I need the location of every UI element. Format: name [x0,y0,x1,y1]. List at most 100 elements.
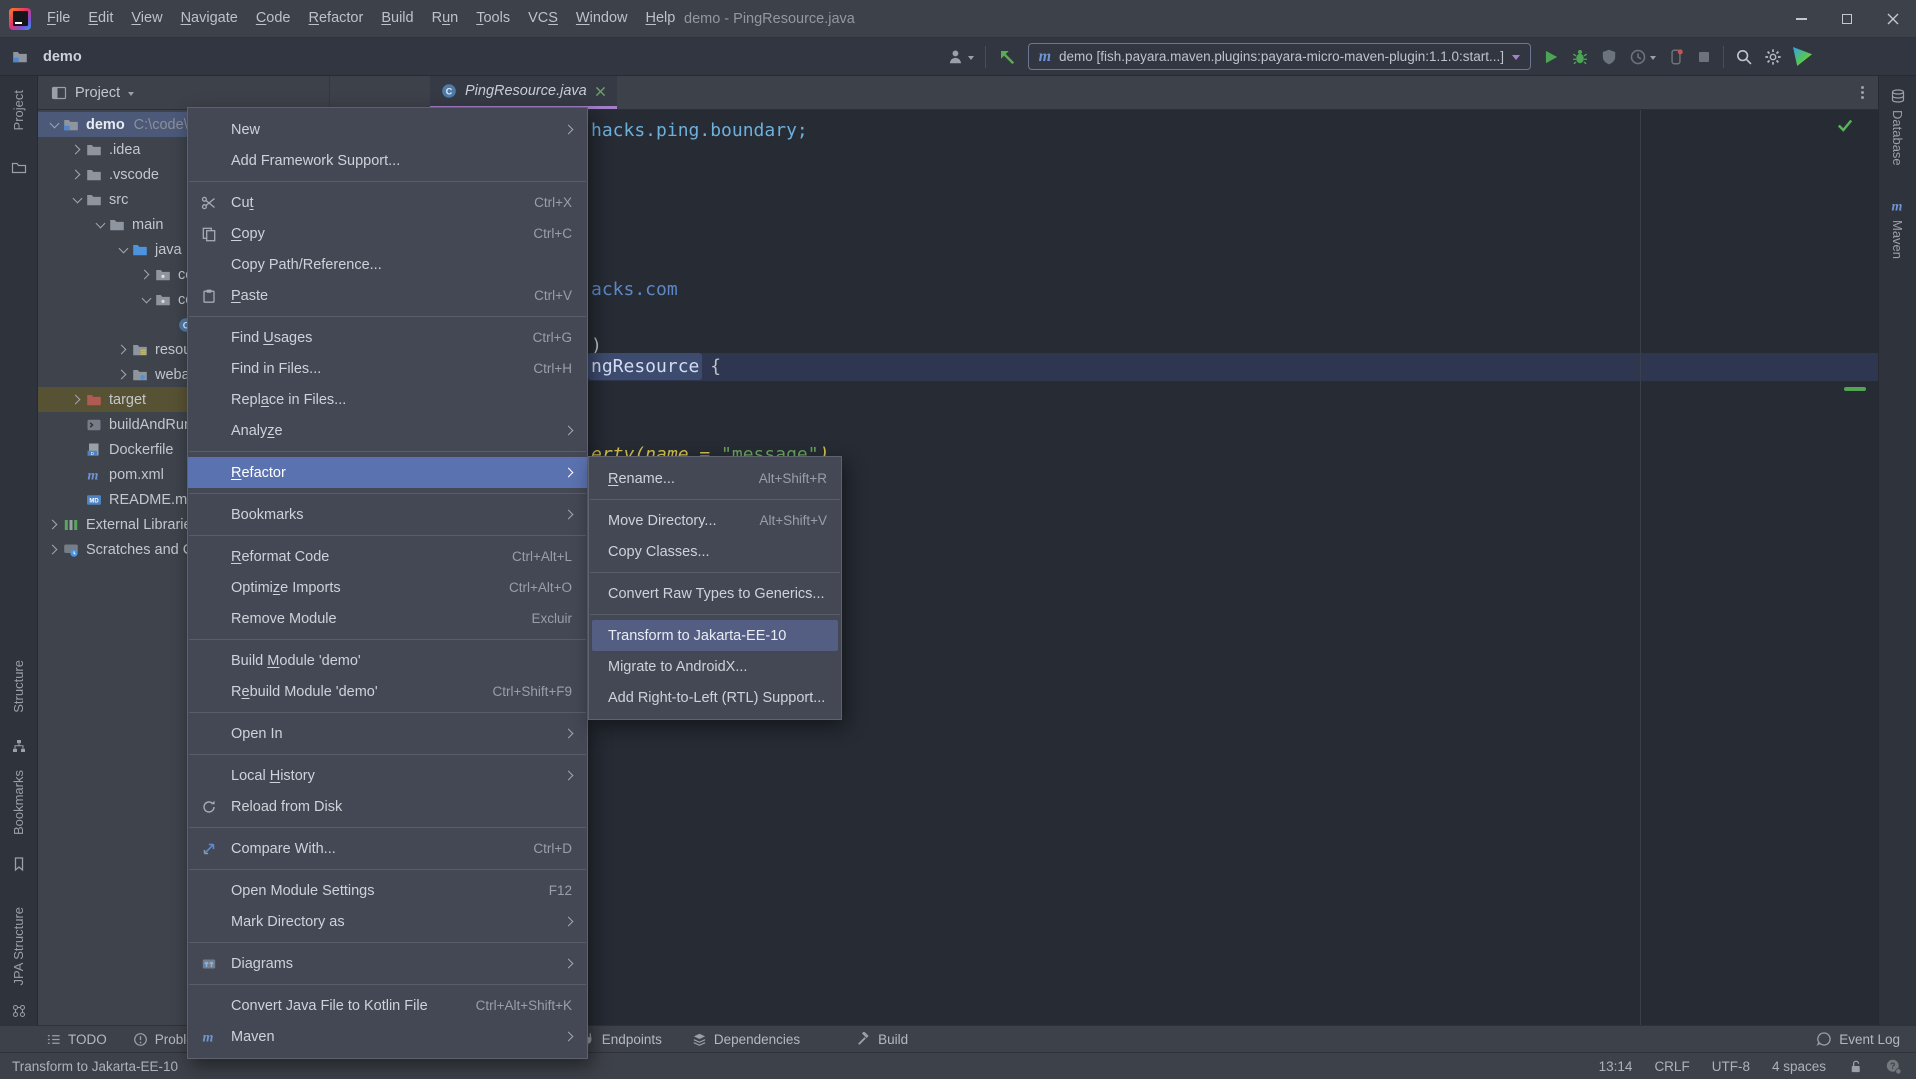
maximize-button[interactable] [1824,0,1870,38]
chevron-down-icon[interactable] [141,293,151,303]
menu-item-cut[interactable]: CutCtrl+X [188,187,587,218]
menu-run[interactable]: Run [423,0,468,38]
event-log-button[interactable]: Event Log [1816,1031,1900,1047]
submenu-item-move-directory[interactable]: Move Directory...Alt+Shift+V [589,505,841,536]
inspections-ok-icon[interactable] [1836,116,1854,134]
stripe-structure-button[interactable]: Structure [11,660,26,713]
chevron-right-icon[interactable] [71,145,81,155]
submenu-item-rename[interactable]: Rename...Alt+Shift+R [589,463,841,494]
chevron-down-icon[interactable] [72,193,82,203]
chevron-right-icon[interactable] [48,545,58,555]
readonly-toggle[interactable] [1848,1059,1863,1074]
menu-item-copy-path[interactable]: Copy Path/Reference... [188,249,587,280]
line-ending-widget[interactable]: CRLF [1654,1059,1689,1074]
stripe-jpa-structure-button[interactable]: JPA Structure [11,907,26,986]
menu-item-refactor[interactable]: Refactor [188,457,587,488]
debug-button[interactable] [1571,48,1589,66]
menu-navigate[interactable]: Navigate [172,0,247,38]
tab-pingresource[interactable]: PingResource.java [430,76,617,109]
close-button[interactable] [1870,0,1916,38]
menu-item-bookmarks[interactable]: Bookmarks [188,499,587,530]
attach-debugger-button[interactable] [1667,48,1685,66]
build-button[interactable]: Build [856,1032,908,1047]
menu-item-copy[interactable]: CopyCtrl+C [188,218,587,249]
menu-item-reformat-code[interactable]: Reformat CodeCtrl+Alt+L [188,541,587,572]
close-tab-icon[interactable] [595,86,606,97]
run-button[interactable] [1542,48,1560,66]
menu-item-find-in-files[interactable]: Find in Files...Ctrl+H [188,353,587,384]
menu-tools[interactable]: Tools [467,0,519,38]
menu-item-diagrams[interactable]: Diagrams [188,948,587,979]
minimize-button[interactable] [1778,0,1824,38]
project-breadcrumb[interactable]: demo [12,49,82,65]
menu-item-optimize-imports[interactable]: Optimize ImportsCtrl+Alt+O [188,572,587,603]
menu-item-new[interactable]: New [188,114,587,145]
run-config-select[interactable]: m demo [fish.payara.maven.plugins:payara… [1028,43,1531,70]
chevron-down-icon[interactable] [49,118,59,128]
submenu-item-copy-classes[interactable]: Copy Classes... [589,536,841,567]
menu-help[interactable]: Help [636,0,684,38]
stripe-database-button[interactable]: Database [1890,110,1905,166]
structure-icon[interactable] [11,738,27,754]
submenu-item-add-rtl-support[interactable]: Add Right-to-Left (RTL) Support... [589,682,841,713]
stripe-maven-button[interactable]: Maven [1890,220,1905,259]
menu-item-reload-from-disk[interactable]: Reload from Disk [188,791,587,822]
menu-item-remove-module[interactable]: Remove ModuleExcluir [188,603,587,634]
update-arrow-button[interactable] [997,47,1017,67]
folder-outline-icon[interactable] [11,160,27,176]
stripe-project-button[interactable]: Project [11,90,26,130]
menu-item-add-framework-support[interactable]: Add Framework Support... [188,145,587,176]
user-account-button[interactable] [947,48,974,66]
chevron-right-icon[interactable] [117,370,127,380]
menu-item-build-module[interactable]: Build Module 'demo' [188,645,587,676]
menu-item-rebuild-module[interactable]: Rebuild Module 'demo'Ctrl+Shift+F9 [188,676,587,707]
menu-item-compare-with[interactable]: Compare With...Ctrl+D [188,833,587,864]
todo-button[interactable]: TODO [46,1032,107,1047]
chevron-right-icon[interactable] [48,520,58,530]
menu-item-local-history[interactable]: Local History [188,760,587,791]
menu-item-analyze[interactable]: Analyze [188,415,587,446]
endpoints-button[interactable]: Endpoints [580,1032,662,1047]
menu-build[interactable]: Build [372,0,422,38]
caret-position-widget[interactable]: 13:14 [1599,1059,1633,1074]
encoding-widget[interactable]: UTF-8 [1712,1059,1750,1074]
menu-edit[interactable]: Edit [79,0,122,38]
menu-item-paste[interactable]: PasteCtrl+V [188,280,587,311]
submenu-item-transform-jakarta[interactable]: Transform to Jakarta-EE-10 [592,620,838,651]
bookmark-icon[interactable] [11,856,27,872]
jpa-structure-icon[interactable] [11,1003,27,1019]
search-everywhere-button[interactable] [1735,48,1753,66]
menu-refactor[interactable]: Refactor [300,0,373,38]
menu-window[interactable]: Window [567,0,637,38]
menu-item-find-usages[interactable]: Find UsagesCtrl+G [188,322,587,353]
settings-button[interactable] [1764,48,1782,66]
ide-updates-button[interactable] [1793,47,1812,66]
menu-code[interactable]: Code [247,0,300,38]
profiler-button[interactable] [1629,48,1656,66]
indent-widget[interactable]: 4 spaces [1772,1059,1826,1074]
chevron-down-icon[interactable] [118,243,128,253]
menu-item-maven[interactable]: Maven [188,1021,587,1052]
menu-view[interactable]: View [122,0,171,38]
menu-item-open-in[interactable]: Open In [188,718,587,749]
menu-vcs[interactable]: VCS [519,0,567,38]
stop-button[interactable] [1696,49,1712,65]
chevron-right-icon[interactable] [71,395,81,405]
stripe-bookmarks-button[interactable]: Bookmarks [11,770,26,835]
maven-icon[interactable] [1890,198,1906,214]
menu-item-replace-in-files[interactable]: Replace in Files... [188,384,587,415]
project-panel-header[interactable]: Project [38,76,330,109]
run-with-coverage-button[interactable] [1600,48,1618,66]
chevron-right-icon[interactable] [140,270,150,280]
chevron-right-icon[interactable] [71,170,81,180]
menu-file[interactable]: File [38,0,79,38]
submenu-item-migrate-androidx[interactable]: Migrate to AndroidX... [589,651,841,682]
menu-item-open-module-settings[interactable]: Open Module SettingsF12 [188,875,587,906]
chevron-down-icon[interactable] [95,218,105,228]
chevron-down-icon[interactable] [128,92,134,99]
fatal-errors-widget[interactable]: ? [1885,1058,1902,1075]
editor-options-icon[interactable] [1861,86,1864,89]
chevron-right-icon[interactable] [117,345,127,355]
submenu-item-convert-raw-types[interactable]: Convert Raw Types to Generics... [589,578,841,609]
menu-item-mark-directory-as[interactable]: Mark Directory as [188,906,587,937]
